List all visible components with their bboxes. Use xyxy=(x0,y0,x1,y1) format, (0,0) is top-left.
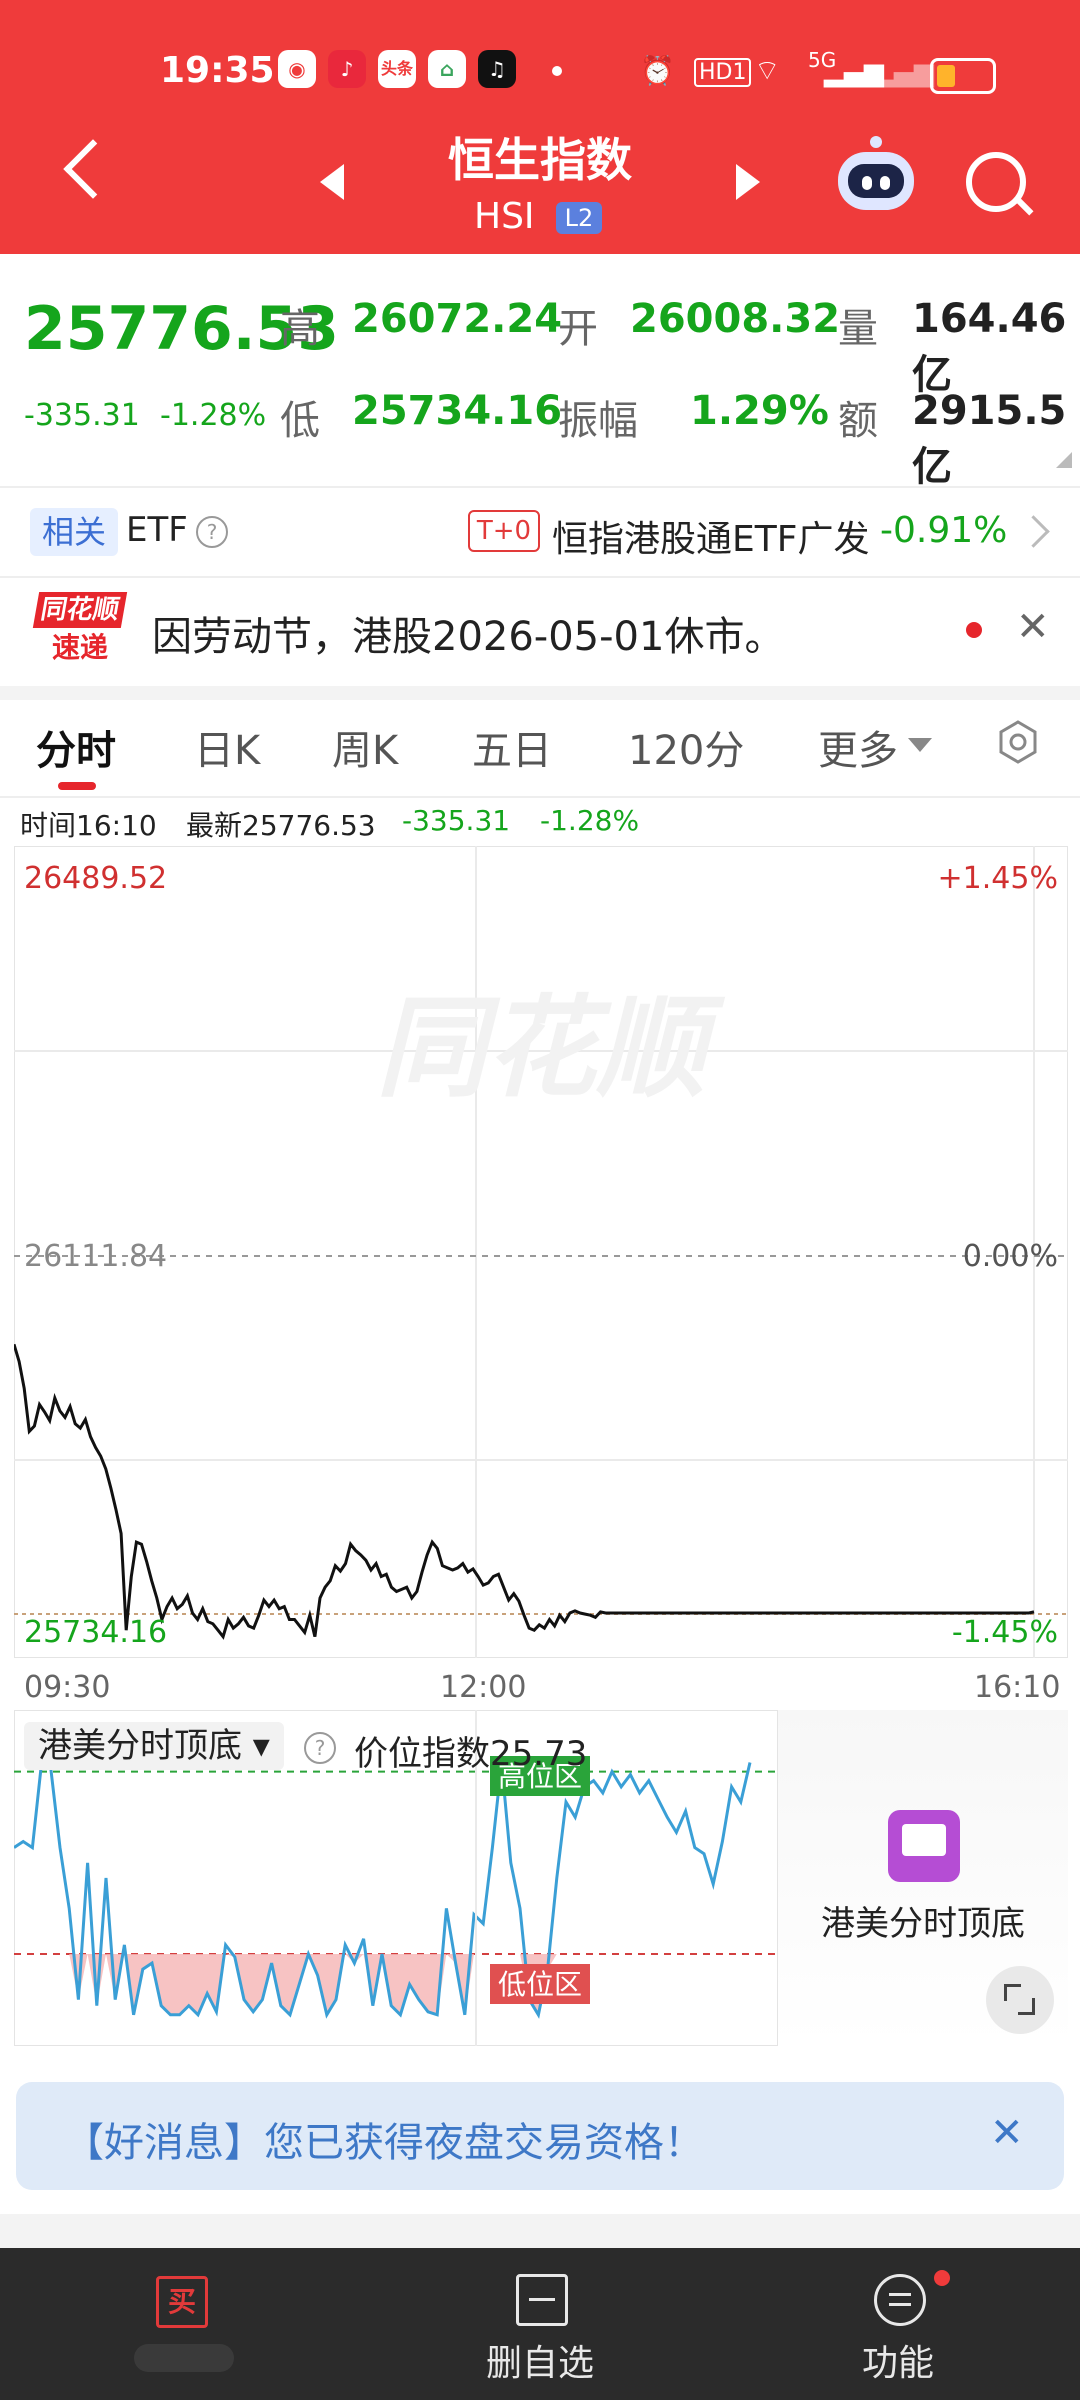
functions-icon[interactable] xyxy=(874,2274,926,2326)
chevron-right-icon xyxy=(1017,515,1050,548)
next-stock-icon[interactable] xyxy=(736,164,760,200)
wifi-icon: ⌔ xyxy=(754,54,781,87)
volume-label: 量 xyxy=(838,306,878,352)
status-time: 19:35 xyxy=(160,50,275,91)
hd-icon: HD1 xyxy=(694,58,752,87)
remove-watchlist-icon[interactable] xyxy=(516,2274,568,2326)
info-latest: 最新25776.53 xyxy=(186,809,376,842)
divider xyxy=(0,486,1080,488)
section-gap xyxy=(0,686,1080,700)
amplitude-value: 1.29% xyxy=(690,388,829,434)
tab-more[interactable]: 更多 xyxy=(818,718,898,776)
high-label: 高 xyxy=(280,306,320,352)
price-change-pct: -1.28% xyxy=(160,398,267,433)
close-banner-icon[interactable]: ✕ xyxy=(990,2110,1024,2156)
close-news-icon[interactable]: ✕ xyxy=(1016,604,1050,650)
level2-badge: L2 xyxy=(556,202,602,234)
indicator-feature-icon[interactable] xyxy=(888,1810,960,1882)
tab-five-day[interactable]: 五日 xyxy=(472,718,552,776)
tab-intraday[interactable]: 分时 xyxy=(36,718,116,776)
etf-label: ETF xyxy=(126,510,188,550)
unread-dot xyxy=(966,622,982,638)
info-pct: -1.28% xyxy=(540,804,640,837)
intraday-line-chart[interactable]: 同花顺 26489.52 +1.45% 26111.84 0.00% 25734… xyxy=(14,846,1068,1658)
app-header: 19:35 ◉ ♪ 头条 ⌂ ♫ ⏰ HD1 ⌔ 5G ▂▄▆ ▂▄▆ 恒生指数… xyxy=(0,0,1080,254)
help-icon[interactable]: ? xyxy=(196,516,228,548)
amount-label: 额 xyxy=(838,398,878,444)
tonghuashun-express-logo: 同花顺 速递 xyxy=(32,592,128,666)
battery-icon xyxy=(930,58,996,94)
y-pct-mid: 0.00% xyxy=(963,1239,1058,1274)
tiktok-icon: ♫ xyxy=(478,50,516,88)
volume-value: 164.46亿 xyxy=(912,296,1067,398)
y-pct-max: +1.45% xyxy=(938,861,1058,896)
buy-label-placeholder xyxy=(134,2344,234,2372)
divider xyxy=(0,576,1080,578)
remove-watchlist-button[interactable]: 删自选 xyxy=(486,2334,594,2386)
shop-icon: ◉ xyxy=(278,50,316,88)
buy-icon[interactable]: 买 xyxy=(156,2276,208,2328)
battery-level xyxy=(937,65,955,87)
y-label-min: 25734.16 xyxy=(24,1615,167,1650)
settings-hexagon-icon[interactable] xyxy=(994,718,1042,766)
y-pct-min: -1.45% xyxy=(952,1615,1058,1650)
y-label-mid: 26111.84 xyxy=(24,1239,167,1274)
open-value: 26008.32 xyxy=(630,296,841,342)
search-icon[interactable] xyxy=(966,152,1026,212)
indicator-name: 港美分时顶底 xyxy=(38,1726,242,1766)
t0-badge: T+0 xyxy=(468,510,540,552)
x-tick-mid: 12:00 xyxy=(440,1670,527,1705)
robot-assistant-icon[interactable] xyxy=(838,136,914,210)
home-icon: ⌂ xyxy=(428,50,466,88)
alarm-icon: ⏰ xyxy=(640,54,675,87)
info-time: 时间16:10 xyxy=(20,809,157,842)
tab-daily-k[interactable]: 日K xyxy=(194,718,260,776)
low-zone-label: 低位区 xyxy=(498,1968,582,2001)
amplitude-label: 振幅 xyxy=(558,398,638,444)
section-gap xyxy=(0,2214,1080,2248)
amount-value: 2915.5亿 xyxy=(912,388,1067,490)
chart-watermark: 同花顺 xyxy=(376,984,726,1112)
divider xyxy=(0,796,1080,798)
signal-bars-2-icon: ▂▄▆ xyxy=(874,58,934,88)
indicator-selector[interactable]: 港美分时顶底 ▾ xyxy=(24,1722,284,1770)
y-label-max: 26489.52 xyxy=(24,861,167,896)
side-feature-label: 港美分时顶底 xyxy=(821,1904,1025,1944)
music-icon: ♪ xyxy=(328,50,366,88)
status-bar: 19:35 ◉ ♪ 头条 ⌂ ♫ ⏰ HD1 ⌔ 5G ▂▄▆ ▂▄▆ xyxy=(0,44,1080,104)
more-notifications-icon xyxy=(552,66,562,76)
promo-text: 【好消息】您已获得夜盘交易资格！ xyxy=(64,2120,704,2166)
stock-code: HSI xyxy=(474,196,535,237)
tab-weekly-k[interactable]: 周K xyxy=(332,718,398,776)
indicator-value: 价位指数25.73 xyxy=(354,1734,588,1774)
fullscreen-icon[interactable] xyxy=(986,1966,1054,2034)
logo-text-top: 同花顺 xyxy=(32,592,128,628)
chevron-down-icon xyxy=(908,738,932,752)
x-tick-end: 16:10 xyxy=(974,1670,1061,1705)
indicator-help-icon[interactable]: ? xyxy=(304,1732,336,1764)
high-value: 26072.24 xyxy=(352,296,563,342)
open-label: 开 xyxy=(558,306,598,352)
etf-change: -0.91% xyxy=(880,510,1008,551)
low-label: 低 xyxy=(280,398,320,444)
expand-quote-icon[interactable] xyxy=(1056,452,1072,468)
info-change: -335.31 xyxy=(402,804,511,837)
tab-120min[interactable]: 120分 xyxy=(628,718,744,776)
etf-name: 恒指港股通ETF广发 xyxy=(552,519,870,560)
related-tag: 相关 xyxy=(30,508,118,556)
active-tab-indicator xyxy=(58,782,96,790)
x-tick-start: 09:30 xyxy=(24,1670,111,1705)
news-text: 因劳动节，港股2026-05-01休市。 xyxy=(152,614,785,660)
notification-badge xyxy=(934,2270,950,2286)
functions-button[interactable]: 功能 xyxy=(862,2334,934,2386)
price-change: -335.31 xyxy=(24,398,140,433)
toutiao-icon: 头条 xyxy=(378,50,416,88)
logo-text-bottom: 速递 xyxy=(51,631,108,664)
low-value: 25734.16 xyxy=(352,388,563,434)
page-title: 恒生指数 xyxy=(448,133,632,187)
